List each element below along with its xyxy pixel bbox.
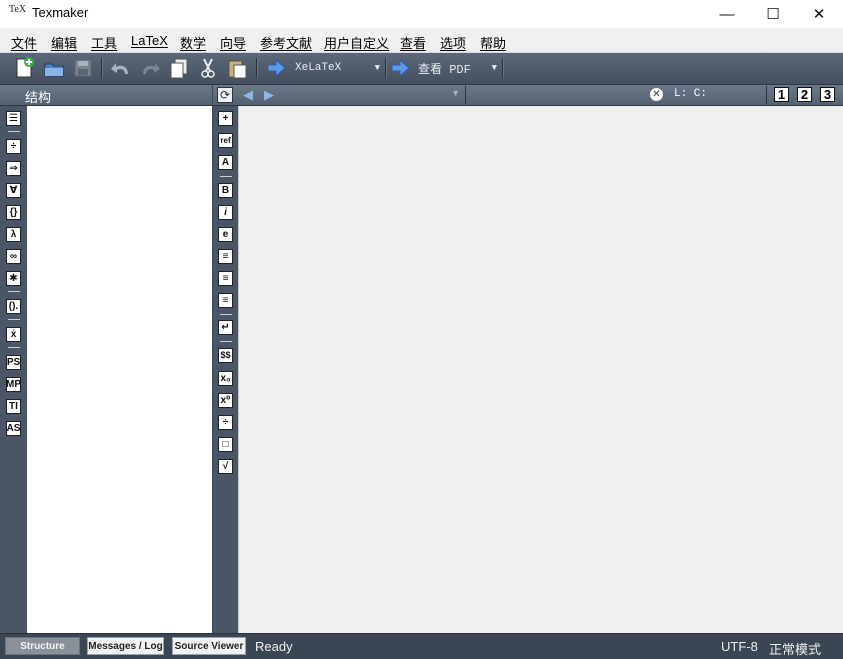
sidebar-divider bbox=[8, 347, 20, 348]
save-icon[interactable] bbox=[72, 57, 94, 79]
chevron-down-icon: ▼ bbox=[491, 63, 497, 73]
pstricks-icon[interactable]: PS bbox=[6, 355, 21, 370]
ref-icon[interactable]: ref bbox=[218, 133, 233, 148]
align-left-icon[interactable]: ≡ bbox=[218, 249, 233, 264]
menu-bibliography[interactable]: 参考文献 bbox=[260, 33, 312, 52]
menu-wizard[interactable]: 向导 bbox=[220, 33, 246, 52]
structure-tree[interactable] bbox=[27, 106, 212, 633]
compile-mode-select[interactable]: XeLaTeX ▼ bbox=[289, 58, 383, 78]
view-1-button[interactable]: 1 bbox=[774, 87, 789, 102]
redo-icon[interactable] bbox=[139, 57, 161, 79]
forall-icon[interactable]: ∀ bbox=[6, 183, 21, 198]
insert-section-icon[interactable]: + bbox=[218, 111, 233, 126]
italic-icon[interactable]: i bbox=[218, 205, 233, 220]
superscript-icon[interactable]: x⁰ bbox=[218, 393, 233, 408]
sidebar-divider bbox=[8, 131, 20, 132]
fraction-icon[interactable]: □ bbox=[218, 437, 233, 452]
division-icon[interactable]: ÷ bbox=[218, 415, 233, 430]
toolbar-divider bbox=[502, 58, 504, 78]
menu-file[interactable]: 文件 bbox=[11, 33, 37, 52]
sidebar-divider bbox=[220, 314, 232, 315]
view-2-button[interactable]: 2 bbox=[797, 87, 812, 102]
copy-icon[interactable] bbox=[168, 57, 190, 79]
operators-icon[interactable]: ÷ bbox=[6, 139, 21, 154]
menu-view[interactable]: 查看 bbox=[400, 33, 426, 52]
compile-mode-value: XeLaTeX bbox=[295, 62, 342, 74]
menu-options[interactable]: 选项 bbox=[440, 33, 466, 52]
new-file-icon[interactable] bbox=[13, 57, 35, 79]
left-right-delimiters-icon[interactable]: (). bbox=[6, 299, 21, 314]
cut-icon[interactable] bbox=[197, 57, 219, 79]
menu-math[interactable]: 数学 bbox=[180, 33, 206, 52]
chevron-down-icon: ▼ bbox=[374, 63, 380, 73]
relations-arrows-icon[interactable]: ⇒ bbox=[6, 161, 21, 176]
mode-label: 正常模式 bbox=[769, 642, 822, 657]
toolbar-divider bbox=[101, 58, 103, 78]
messages-log-button[interactable]: Messages / Log bbox=[87, 637, 164, 655]
structure-title: 结构 bbox=[25, 90, 52, 105]
emphasis-icon[interactable]: e bbox=[218, 227, 233, 242]
align-right-icon[interactable]: ≡ bbox=[218, 293, 233, 308]
open-file-icon[interactable] bbox=[43, 57, 65, 79]
view-run-icon[interactable] bbox=[390, 58, 410, 78]
back-arrow-icon[interactable]: ◀ bbox=[243, 87, 253, 103]
bold-icon[interactable]: B bbox=[218, 183, 233, 198]
sidebar-divider bbox=[8, 319, 20, 320]
subscript-icon[interactable]: x₀ bbox=[218, 371, 233, 386]
undo-icon[interactable] bbox=[110, 57, 132, 79]
new-line-icon[interactable]: ↵ bbox=[218, 320, 233, 335]
menu-latex[interactable]: LaTeX bbox=[131, 33, 168, 48]
encoding-label: UTF-8 bbox=[721, 639, 758, 654]
structure-list-icon[interactable]: ☰ bbox=[6, 111, 21, 126]
infinity-icon[interactable]: ∞ bbox=[6, 249, 21, 264]
view-3-button[interactable]: 3 bbox=[820, 87, 835, 102]
sidebar-divider bbox=[8, 291, 20, 292]
minimize-button[interactable]: — bbox=[704, 0, 750, 28]
asymptote-icon[interactable]: AS bbox=[6, 421, 21, 436]
close-window-button[interactable]: ✕ bbox=[796, 0, 842, 28]
tikz-icon[interactable]: TI bbox=[6, 399, 21, 414]
delimiters-icon[interactable]: {} bbox=[6, 205, 21, 220]
cursor-position: L: C: bbox=[674, 88, 708, 100]
toolbar-divider bbox=[256, 58, 258, 78]
square-root-icon[interactable]: √ bbox=[218, 459, 233, 474]
editor-area[interactable] bbox=[238, 106, 843, 633]
texmaker-logo-icon: TeX bbox=[9, 4, 27, 15]
close-document-icon[interactable]: ✕ bbox=[650, 88, 663, 101]
maximize-button[interactable]: ☐ bbox=[750, 0, 796, 28]
menu-user[interactable]: 用户自定义 bbox=[324, 33, 389, 52]
menu-edit[interactable]: 编辑 bbox=[51, 33, 77, 52]
status-text: Ready bbox=[255, 639, 293, 654]
align-center-icon[interactable]: ≡ bbox=[218, 271, 233, 286]
sidebar-divider bbox=[220, 176, 232, 177]
greek-lambda-icon[interactable]: λ bbox=[6, 227, 21, 242]
misc-symbols-icon[interactable]: ✱ bbox=[6, 271, 21, 286]
metapost-icon[interactable]: MP bbox=[6, 377, 21, 392]
compile-run-icon[interactable] bbox=[266, 58, 286, 78]
view-mode-select[interactable]: 查看 PDF ▼ bbox=[413, 58, 501, 78]
document-select[interactable]: ▼ bbox=[282, 87, 464, 103]
font-size-icon[interactable]: A bbox=[218, 155, 233, 170]
window-title: Texmaker bbox=[32, 5, 89, 20]
view-mode-value: 查看 PDF bbox=[418, 62, 471, 77]
refresh-icon[interactable]: ⟳ bbox=[217, 87, 233, 103]
header-divider bbox=[465, 86, 466, 104]
forward-arrow-icon[interactable]: ▶ bbox=[264, 87, 274, 103]
paste-icon[interactable] bbox=[226, 57, 248, 79]
structure-tab-button[interactable]: Structure bbox=[5, 637, 80, 655]
chevron-down-icon: ▼ bbox=[451, 88, 460, 98]
toolbar-divider bbox=[385, 58, 387, 78]
sidebar-divider bbox=[220, 341, 232, 342]
menu-help[interactable]: 帮助 bbox=[480, 33, 506, 52]
source-viewer-button[interactable]: Source Viewer bbox=[172, 637, 246, 655]
header-divider bbox=[766, 86, 767, 104]
menu-tools[interactable]: 工具 bbox=[91, 33, 117, 52]
inline-math-icon[interactable]: $$ bbox=[218, 348, 233, 363]
accents-icon[interactable]: ẋ bbox=[6, 327, 21, 342]
